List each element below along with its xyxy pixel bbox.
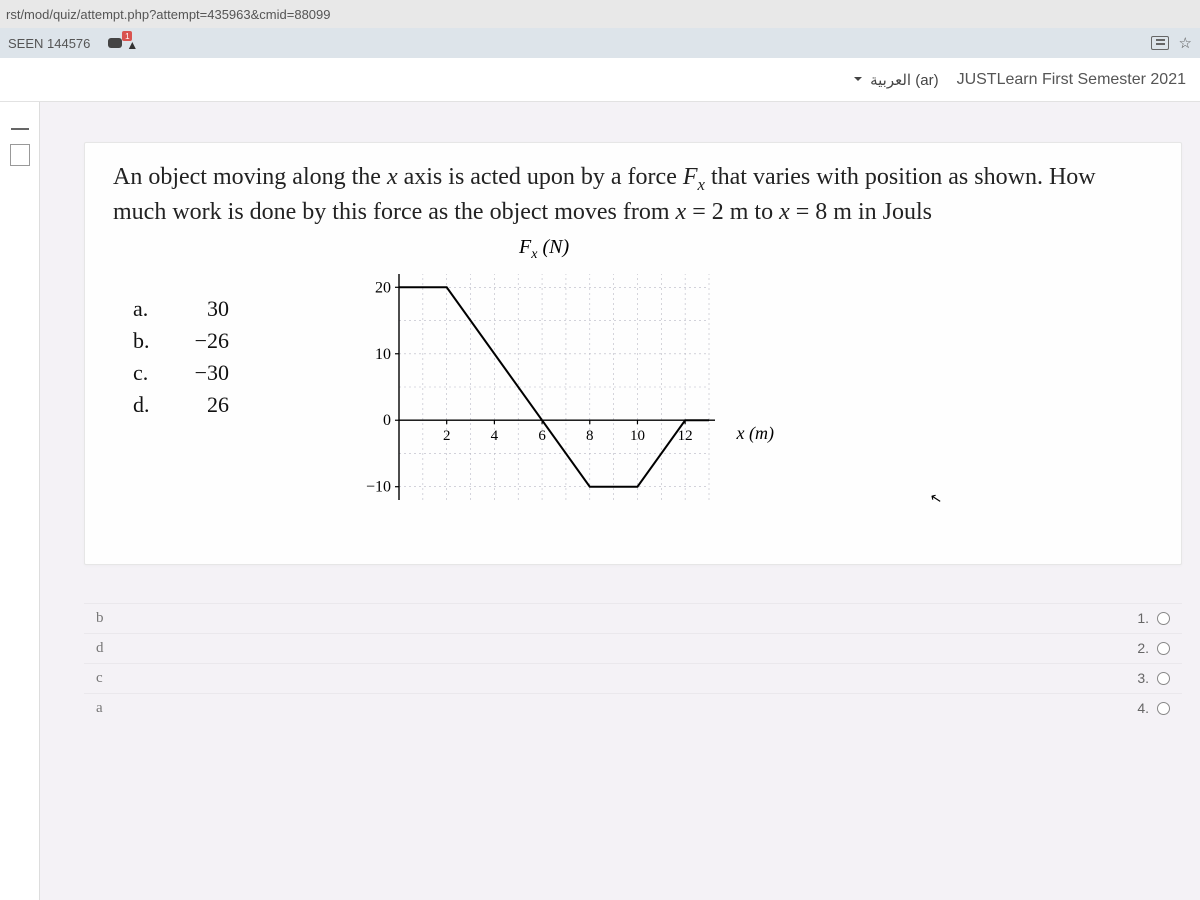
qt-fx-sub: x bbox=[698, 175, 705, 194]
qt-f: F bbox=[683, 164, 698, 190]
answer-c-value: −30 bbox=[179, 360, 229, 386]
reader-view-icon[interactable] bbox=[1151, 36, 1169, 50]
notification-badge: 1 bbox=[122, 31, 132, 41]
site-header: العربية (ar) JUSTLearn First Semester 20… bbox=[0, 58, 1200, 102]
svg-text:2: 2 bbox=[443, 428, 451, 444]
qt-5: = 8 m in Jouls bbox=[790, 199, 932, 225]
qt-x1: x bbox=[387, 164, 398, 190]
svg-text:0: 0 bbox=[383, 412, 391, 429]
qt-x3: x bbox=[779, 199, 790, 225]
answer-d-value: 26 bbox=[179, 392, 229, 418]
option-4-num: .4 bbox=[1137, 700, 1149, 716]
nav-question-box[interactable] bbox=[10, 144, 30, 166]
option-1-letter: b bbox=[96, 610, 104, 627]
svg-text:12: 12 bbox=[678, 428, 693, 444]
svg-text:10: 10 bbox=[375, 346, 391, 363]
qt-4: = 2 m to bbox=[686, 199, 779, 225]
answer-radio-group: b .1 d .2 c .3 bbox=[84, 603, 1182, 723]
answer-a-letter: a. bbox=[133, 296, 159, 322]
option-1-num: .1 bbox=[1137, 610, 1149, 626]
option-row-2[interactable]: d .2 bbox=[84, 633, 1182, 663]
svg-text:10: 10 bbox=[630, 428, 645, 444]
question-text: An object moving along the x axis is act… bbox=[113, 161, 1153, 230]
tab-bar: SEEN 144576 1 ▲ ☆ bbox=[0, 28, 1200, 58]
answer-c-letter: c. bbox=[133, 360, 159, 386]
option-3-num: .3 bbox=[1137, 670, 1149, 686]
answer-d-letter: d. bbox=[133, 392, 159, 418]
radio-icon[interactable] bbox=[1157, 672, 1170, 685]
bookmark-star-icon[interactable]: ☆ bbox=[1179, 34, 1192, 52]
svg-text:6: 6 bbox=[538, 428, 546, 444]
svg-text:20: 20 bbox=[375, 279, 391, 296]
site-title: JUSTLearn First Semester 2021 bbox=[957, 71, 1186, 89]
radio-icon[interactable] bbox=[1157, 612, 1170, 625]
answer-d: d. 26 bbox=[133, 392, 229, 418]
url-text: rst/mod/quiz/attempt.php?attempt=435963&… bbox=[6, 7, 331, 22]
option-4-letter: a bbox=[96, 700, 103, 717]
qt-1: An object moving along the bbox=[113, 164, 387, 190]
browser-chrome: rst/mod/quiz/attempt.php?attempt=435963&… bbox=[0, 0, 1200, 58]
option-row-4[interactable]: a .4 bbox=[84, 693, 1182, 723]
qt-x2: x bbox=[676, 199, 687, 225]
svg-text:8: 8 bbox=[586, 428, 594, 444]
chevron-down-icon bbox=[854, 72, 866, 89]
language-label: العربية (ar) bbox=[870, 72, 939, 89]
radio-icon[interactable] bbox=[1157, 642, 1170, 655]
nav-current-marker[interactable] bbox=[11, 108, 29, 130]
option-row-3[interactable]: c .3 bbox=[84, 663, 1182, 693]
chart-xlabel: x (m) bbox=[737, 423, 774, 444]
answer-b: b. −26 bbox=[133, 328, 229, 354]
chat-icon[interactable] bbox=[108, 38, 122, 48]
language-selector[interactable]: العربية (ar) bbox=[854, 71, 939, 89]
url-bar[interactable]: rst/mod/quiz/attempt.php?attempt=435963&… bbox=[0, 0, 1200, 28]
svg-text:−10: −10 bbox=[366, 479, 391, 496]
qt-2: axis is acted upon by a force bbox=[398, 164, 683, 190]
force-chart: Fx (N) −10 0 10 20 2 4 6 8 10 12 x (m) bbox=[259, 236, 1153, 546]
quiz-navigation-rail bbox=[0, 102, 40, 900]
option-2-letter: d bbox=[96, 640, 104, 657]
radio-icon[interactable] bbox=[1157, 702, 1170, 715]
chart-svg: −10 0 10 20 2 4 6 8 10 12 bbox=[359, 264, 719, 524]
answer-value-list: a. 30 b. −26 c. −30 d. 26 bbox=[133, 296, 229, 424]
answer-c: c. −30 bbox=[133, 360, 229, 386]
question-card: An object moving along the x axis is act… bbox=[84, 142, 1182, 565]
answer-b-letter: b. bbox=[133, 328, 159, 354]
svg-text:4: 4 bbox=[491, 428, 499, 444]
answer-a: a. 30 bbox=[133, 296, 229, 322]
tab-title[interactable]: SEEN 144576 bbox=[8, 36, 90, 51]
option-row-1[interactable]: b .1 bbox=[84, 603, 1182, 633]
chart-ylabel: Fx (N) bbox=[519, 236, 569, 263]
notification-bell[interactable]: 1 ▲ bbox=[126, 36, 140, 50]
option-3-letter: c bbox=[96, 670, 103, 687]
answer-b-value: −26 bbox=[179, 328, 229, 354]
answer-a-value: 30 bbox=[179, 296, 229, 322]
option-2-num: .2 bbox=[1137, 640, 1149, 656]
content-area: An object moving along the x axis is act… bbox=[40, 102, 1200, 900]
